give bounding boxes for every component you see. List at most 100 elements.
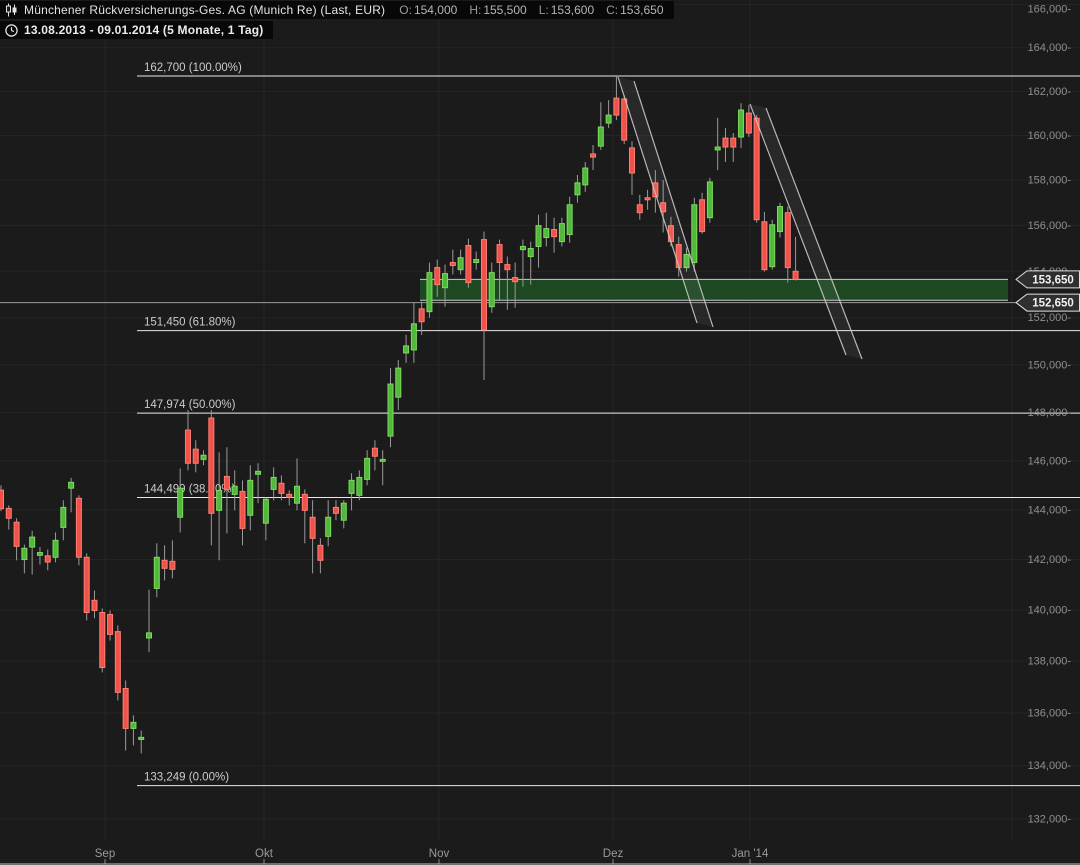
candle bbox=[53, 532, 58, 562]
candle bbox=[528, 242, 533, 285]
candle-body bbox=[295, 486, 300, 503]
candle-body bbox=[785, 213, 790, 268]
month-label: Dez bbox=[603, 848, 624, 860]
candle bbox=[108, 610, 113, 640]
candle-body bbox=[279, 483, 284, 493]
candle bbox=[357, 470, 362, 500]
candle bbox=[700, 193, 705, 234]
candle bbox=[614, 76, 619, 120]
candle bbox=[536, 215, 541, 268]
candle bbox=[6, 505, 11, 529]
candle-body bbox=[232, 486, 237, 494]
candle-body bbox=[256, 471, 261, 474]
candle-body bbox=[778, 207, 783, 232]
candle bbox=[715, 118, 720, 170]
candle-body bbox=[458, 258, 463, 270]
fib-label: 133,249 (0.00%) bbox=[144, 772, 229, 784]
y-axis-label: 146,000- bbox=[1028, 455, 1072, 467]
candle-body bbox=[606, 115, 611, 123]
candle bbox=[396, 360, 401, 410]
candle bbox=[778, 203, 783, 238]
candle bbox=[115, 625, 120, 700]
candle bbox=[147, 590, 152, 652]
y-axis-label: 132,000- bbox=[1028, 814, 1072, 826]
ohlc-low: L:153,600 bbox=[539, 3, 594, 17]
candle bbox=[123, 680, 128, 750]
candle-body bbox=[14, 522, 19, 546]
candle bbox=[279, 475, 284, 500]
candle-body bbox=[6, 508, 11, 518]
candle-body bbox=[513, 278, 518, 282]
candle-body bbox=[793, 271, 798, 279]
candle-body bbox=[637, 205, 642, 213]
candle bbox=[326, 500, 331, 546]
candle bbox=[380, 450, 385, 485]
candle-body bbox=[287, 494, 292, 497]
candle-body bbox=[154, 557, 159, 588]
candle bbox=[598, 102, 603, 150]
y-axis-label: 138,000- bbox=[1028, 656, 1072, 668]
candle-body bbox=[746, 113, 751, 133]
candle bbox=[411, 303, 416, 363]
ohlc-close: C:153,650 bbox=[606, 3, 663, 17]
candle-body bbox=[53, 540, 58, 557]
fib-label: 162,700 (100.00%) bbox=[144, 62, 242, 74]
candle-body bbox=[731, 138, 736, 147]
y-axis-label: 134,000- bbox=[1028, 760, 1072, 772]
candle bbox=[692, 198, 697, 272]
candle bbox=[466, 239, 471, 288]
candle bbox=[162, 545, 167, 580]
candle-body bbox=[185, 430, 190, 463]
candle-body bbox=[248, 480, 253, 515]
candle bbox=[474, 251, 479, 269]
candle-body bbox=[84, 557, 89, 612]
candle-body bbox=[131, 722, 136, 728]
candle-body bbox=[217, 490, 222, 510]
candle-body bbox=[108, 615, 113, 635]
candle-body bbox=[170, 561, 175, 569]
y-axis-label: 162,000- bbox=[1028, 86, 1072, 98]
candle-body bbox=[147, 633, 152, 638]
candle bbox=[84, 553, 89, 620]
candle-body bbox=[692, 205, 697, 263]
candle-body bbox=[622, 99, 627, 140]
y-axis-label: 160,000- bbox=[1028, 130, 1072, 142]
y-axis-label: 158,000- bbox=[1028, 175, 1072, 187]
candle bbox=[489, 263, 494, 313]
candle-body bbox=[505, 265, 510, 270]
candle-body bbox=[318, 545, 323, 560]
candle bbox=[567, 197, 572, 243]
month-label: Nov bbox=[429, 848, 450, 860]
candle-body bbox=[520, 246, 525, 249]
candle-body bbox=[139, 737, 144, 739]
candle bbox=[217, 452, 222, 560]
candle bbox=[637, 195, 642, 220]
candle bbox=[770, 220, 775, 270]
candle-body bbox=[240, 491, 245, 528]
candle-body bbox=[224, 476, 229, 489]
candle bbox=[629, 141, 634, 195]
candle bbox=[333, 500, 338, 520]
candle-body bbox=[715, 147, 720, 150]
candle-body bbox=[263, 499, 268, 523]
period-readout: 13.08.2013 - 09.01.2014 (5 Monate, 1 Tag… bbox=[24, 23, 263, 37]
candle-body bbox=[536, 226, 541, 247]
candle-body bbox=[583, 168, 588, 185]
highlight-band bbox=[420, 279, 1008, 300]
candle-body bbox=[92, 600, 97, 610]
candle bbox=[341, 500, 346, 528]
ohlc-high: H:155,500 bbox=[469, 3, 526, 17]
app-header: Münchener Rückversicherungs-Ges. AG (Mun… bbox=[0, 1, 674, 19]
month-label: Okt bbox=[255, 848, 274, 860]
candle bbox=[754, 115, 759, 223]
candle bbox=[583, 162, 588, 192]
y-axis-label: 150,000- bbox=[1028, 359, 1072, 371]
candle bbox=[302, 489, 307, 543]
y-axis-label: 166,000- bbox=[1028, 4, 1072, 16]
candle-body bbox=[380, 459, 385, 461]
candle bbox=[45, 550, 50, 571]
y-axis-label: 164,000- bbox=[1028, 42, 1072, 54]
ohlc-open: O:154,000 bbox=[399, 3, 457, 17]
candle-body bbox=[411, 324, 416, 350]
price-chart[interactable]: 162,700 (100.00%)151,450 (61.80%)147,974… bbox=[0, 0, 1080, 865]
